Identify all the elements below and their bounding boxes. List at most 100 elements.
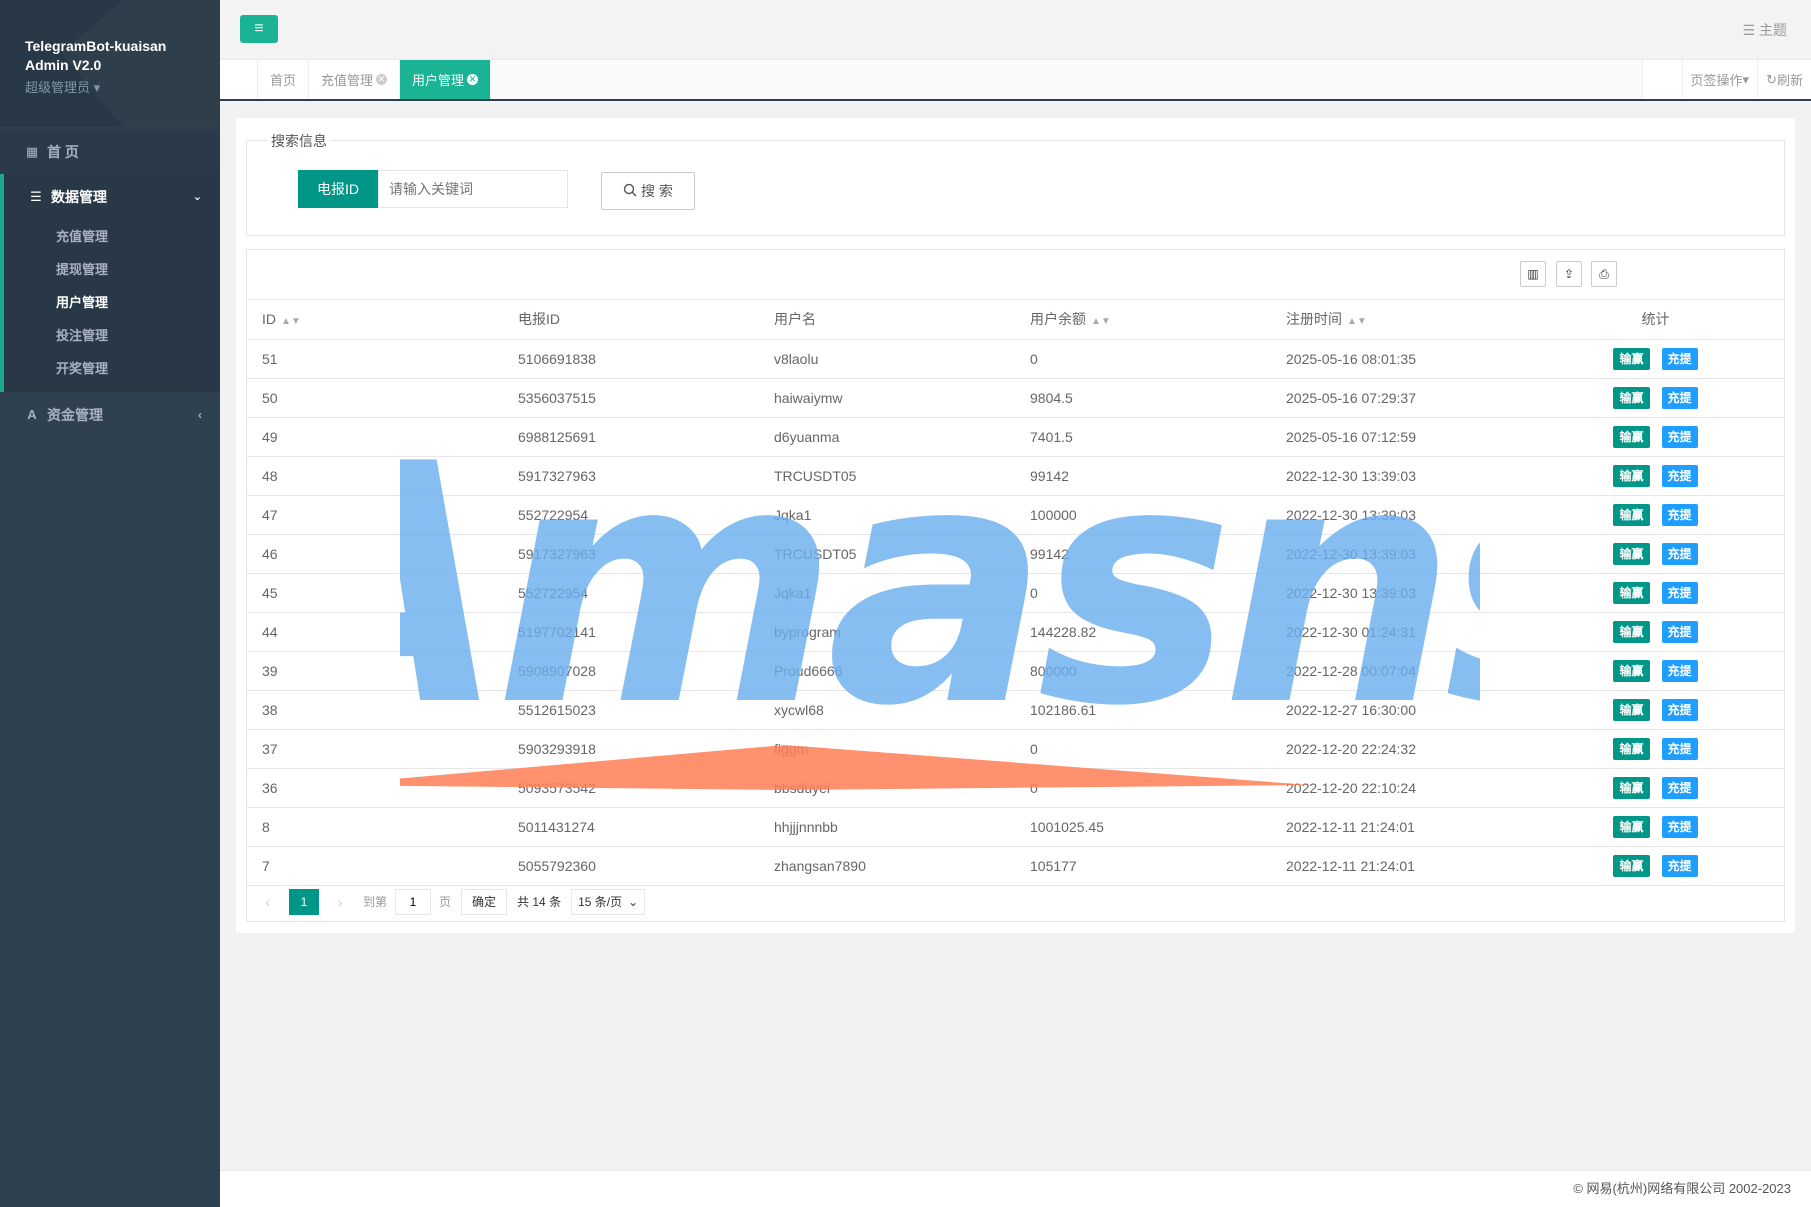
col-balance-label: 用户余额 xyxy=(1030,311,1086,328)
tab-home[interactable]: 首页 xyxy=(258,60,310,99)
win-loss-button[interactable]: 输赢 xyxy=(1613,854,1650,877)
cell-register-time: 2022-12-30 13:39:03 xyxy=(1271,456,1527,496)
tab-scroll-right-button[interactable] xyxy=(1641,60,1682,99)
prev-page-icon[interactable]: ‹ xyxy=(257,894,279,910)
cell-stats: 输赢 充提 xyxy=(1527,339,1784,379)
goto-ok-button[interactable]: 确定 xyxy=(461,888,508,915)
recharge-withdraw-button[interactable]: 充提 xyxy=(1661,815,1698,838)
per-page-select[interactable]: 15 条/页 ⌄ xyxy=(571,888,646,915)
cell-stats: 输赢 充提 xyxy=(1527,846,1784,886)
columns-icon[interactable]: ▥ xyxy=(1520,261,1546,287)
cell-register-time: 2022-12-30 01:24:31 xyxy=(1271,612,1527,652)
recharge-withdraw-button[interactable]: 充提 xyxy=(1661,776,1698,799)
sidebar-item-recharge[interactable]: 充值管理 xyxy=(4,219,220,252)
col-stats: 统计 xyxy=(1527,300,1784,340)
sidebar-item-label: 数据管理 xyxy=(51,188,107,205)
win-loss-button[interactable]: 输赢 xyxy=(1613,776,1650,799)
sort-icon[interactable]: ▲▼ xyxy=(1091,316,1111,327)
win-loss-button[interactable]: 输赢 xyxy=(1613,464,1650,487)
goto-suffix: 页 xyxy=(439,895,452,909)
win-loss-button[interactable]: 输赢 xyxy=(1613,503,1650,526)
cell-balance: 0 xyxy=(1015,729,1271,769)
sidebar-item-home[interactable]: ▦ 首 页 xyxy=(0,129,220,174)
close-icon[interactable]: ✕ xyxy=(467,74,479,85)
col-tgid-label: 电报ID xyxy=(518,311,560,328)
recharge-withdraw-button[interactable]: 充提 xyxy=(1661,581,1698,604)
win-loss-button[interactable]: 输赢 xyxy=(1613,386,1650,409)
export-icon[interactable]: ⇪ xyxy=(1556,261,1582,287)
table-row: 36 5093573542 bbsduyei 0 2022-12-20 22:10:24… xyxy=(247,768,1784,808)
recharge-withdraw-button[interactable]: 充提 xyxy=(1661,620,1698,643)
search-fieldset: 搜索信息 电报ID 搜 索 xyxy=(246,131,1785,236)
recharge-withdraw-button[interactable]: 充提 xyxy=(1661,542,1698,565)
table-toolbar: ▥ ⇪ ⎙ xyxy=(247,250,1784,300)
table-body: 51 5106691838 v8laolu 0 2025-05-16 08:01:35 输… xyxy=(247,339,1784,886)
col-balance[interactable]: 用户余额 ▲▼ xyxy=(1015,300,1271,340)
win-loss-button[interactable]: 输赢 xyxy=(1613,581,1650,604)
win-loss-button[interactable]: 输赢 xyxy=(1613,815,1650,838)
search-button[interactable]: 搜 索 xyxy=(601,172,695,210)
col-id[interactable]: ID ▲▼ xyxy=(247,300,503,340)
cell-username: figgm xyxy=(759,729,1015,769)
cell-username: bbsduyei xyxy=(759,768,1015,808)
recharge-withdraw-button[interactable]: 充提 xyxy=(1661,659,1698,682)
tab-users[interactable]: 用户管理 ✕ xyxy=(400,60,492,99)
win-loss-button[interactable]: 输赢 xyxy=(1613,425,1650,448)
recharge-withdraw-button[interactable]: 充提 xyxy=(1661,698,1698,721)
table-row: 44 5197702141 byprogram 144228.82 2022-12-30… xyxy=(247,612,1784,652)
recharge-withdraw-button[interactable]: 充提 xyxy=(1661,854,1698,877)
sidebar-item-data-management[interactable]: ☰ 数据管理 ⌄ xyxy=(4,174,220,219)
cell-stats: 输赢 充提 xyxy=(1527,729,1784,769)
cell-tgid: 5011431274 xyxy=(503,807,759,847)
recharge-withdraw-button[interactable]: 充提 xyxy=(1661,503,1698,526)
theme-label: 主题 xyxy=(1759,22,1787,38)
cell-stats: 输赢 充提 xyxy=(1527,690,1784,730)
list-icon: ☰ xyxy=(30,188,42,204)
win-loss-button[interactable]: 输赢 xyxy=(1613,542,1650,565)
sidebar-item-draws[interactable]: 开奖管理 xyxy=(4,351,220,384)
cell-id: 7 xyxy=(247,846,503,886)
recharge-withdraw-button[interactable]: 充提 xyxy=(1661,347,1698,370)
win-loss-button[interactable]: 输赢 xyxy=(1613,737,1650,760)
cell-register-time: 2025-05-16 07:12:59 xyxy=(1271,417,1527,457)
theme-button[interactable]: ☰ 主题 xyxy=(1743,20,1787,40)
sidebar-item-withdraw[interactable]: 提现管理 xyxy=(4,252,220,285)
page-current[interactable]: 1 xyxy=(289,888,319,915)
sort-icon[interactable]: ▲▼ xyxy=(281,316,301,327)
menu-toggle-button[interactable]: ≡ xyxy=(240,15,278,43)
close-icon[interactable]: ✕ xyxy=(376,74,388,85)
cell-username: haiwaiymw xyxy=(759,378,1015,418)
sidebar-item-users[interactable]: 用户管理 xyxy=(4,285,220,318)
sidebar-item-funds[interactable]: A 资金管理 ‹ xyxy=(0,392,220,437)
caret-down-icon: ▾ xyxy=(1742,71,1750,87)
sort-icon[interactable]: ▲▼ xyxy=(1347,316,1367,327)
recharge-withdraw-button[interactable]: 充提 xyxy=(1661,425,1698,448)
cell-stats: 输赢 充提 xyxy=(1527,612,1784,652)
table-header-row: ID ▲▼ 电报ID 用户名 用户余额 ▲▼ 注册时间 ▲▼ 统计 xyxy=(247,300,1784,340)
sidebar-item-bets[interactable]: 投注管理 xyxy=(4,318,220,351)
search-input[interactable] xyxy=(378,170,568,208)
tab-recharge[interactable]: 充值管理 ✕ xyxy=(309,60,401,99)
goto-page-input[interactable] xyxy=(395,888,432,915)
search-icon xyxy=(623,183,637,200)
win-loss-button[interactable]: 输赢 xyxy=(1613,620,1650,643)
sidebar-group-data: ☰ 数据管理 ⌄ 充值管理 提现管理 用户管理 投注管理 开奖管理 xyxy=(0,174,220,392)
cell-stats: 输赢 充提 xyxy=(1527,768,1784,808)
win-loss-button[interactable]: 输赢 xyxy=(1613,347,1650,370)
cell-balance: 800000 xyxy=(1015,651,1271,691)
total-count: 共 14 条 xyxy=(517,895,562,909)
next-page-icon[interactable]: › xyxy=(329,894,351,910)
search-legend: 搜索信息 xyxy=(267,131,331,151)
recharge-withdraw-button[interactable]: 充提 xyxy=(1661,386,1698,409)
print-icon[interactable]: ⎙ xyxy=(1591,261,1617,287)
user-table-container: ▥ ⇪ ⎙ ID ▲▼ 电报ID 用户名 用户余额 ▲▼ 注册时间 ▲▼ 统计 51 5… xyxy=(246,249,1785,922)
col-register-time[interactable]: 注册时间 ▲▼ xyxy=(1271,300,1527,340)
recharge-withdraw-button[interactable]: 充提 xyxy=(1661,464,1698,487)
win-loss-button[interactable]: 输赢 xyxy=(1613,659,1650,682)
recharge-withdraw-button[interactable]: 充提 xyxy=(1661,737,1698,760)
tab-scroll-left-button[interactable] xyxy=(220,60,258,99)
page-ops-dropdown[interactable]: 页签操作 ▾ xyxy=(1681,60,1758,99)
refresh-button[interactable]: ↻ 刷新 xyxy=(1757,60,1811,99)
win-loss-button[interactable]: 输赢 xyxy=(1613,698,1650,721)
user-role-dropdown[interactable]: 超级管理员 ▾ xyxy=(25,77,195,96)
